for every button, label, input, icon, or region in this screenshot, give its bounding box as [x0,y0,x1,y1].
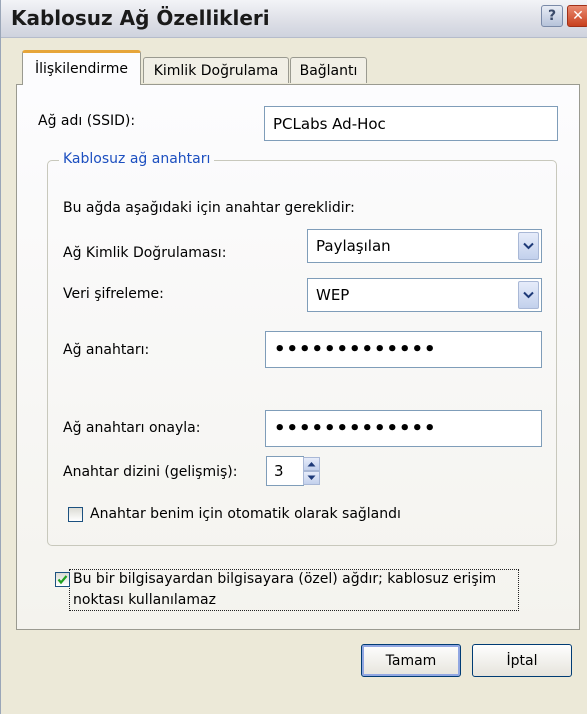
key-index-input[interactable]: 3 [266,456,304,486]
close-button[interactable]: ✕ [567,5,587,27]
confirm-key-label: Ağ anahtarı onayla: [63,420,201,436]
adhoc-label-line2: noktası kullanılamaz [73,592,216,608]
dialog-window: Kablosuz Ağ Özellikleri ? ✕ İlişkilendir… [0,0,587,714]
ok-button-label: Tamam [385,652,437,669]
tab-label: Kimlik Doğrulama [153,62,279,79]
tab-label: İlişkilendirme [34,61,129,77]
close-icon: ✕ [572,8,584,24]
adhoc-checkbox[interactable] [55,572,70,587]
ssid-input[interactable]: PCLabs Ad-Hoc [264,106,558,141]
title-bar[interactable]: Kablosuz Ağ Özellikleri ? ✕ [1,0,587,38]
auth-label: Ağ Kimlik Doğrulaması: [63,245,227,261]
spin-down-icon[interactable] [303,471,320,485]
encryption-select[interactable]: WEP [307,278,542,312]
confirm-key-input[interactable]: ••••••••••••• [265,410,542,447]
check-icon [57,575,68,585]
tab-authentication[interactable]: Kimlik Doğrulama [143,57,289,83]
encryption-selected-value: WEP [316,286,350,304]
auth-select[interactable]: Paylaşılan [307,229,542,263]
key-index-label: Anahtar dizini (gelişmiş): [63,464,238,480]
key-requirement-text: Bu ağda aşağıdaki için anahtar gereklidi… [63,200,355,216]
auth-selected-value: Paylaşılan [316,237,391,255]
auto-key-label: Anahtar benim için otomatik olarak sağla… [90,506,401,522]
tab-label: Bağlantı [299,62,358,79]
auto-key-checkbox[interactable] [68,507,83,522]
group-title: Kablosuz ağ anahtarı [59,151,215,167]
window-title: Kablosuz Ağ Özellikleri [11,6,270,30]
cancel-button[interactable]: İptal [472,644,572,677]
chevron-down-icon[interactable] [518,232,539,260]
tab-connection[interactable]: Bağlantı [290,57,367,83]
adhoc-label-line1: Bu bir bilgisayardan bilgisayara (özel) … [73,571,497,587]
tab-association[interactable]: İlişkilendirme [22,50,141,85]
help-button[interactable]: ? [541,5,563,27]
encryption-label: Veri şifreleme: [63,286,164,302]
chevron-down-icon[interactable] [518,281,539,309]
network-key-label: Ağ anahtarı: [63,342,150,358]
network-key-input[interactable]: ••••••••••••• [265,331,542,368]
key-index-spinner[interactable] [303,457,320,485]
help-icon: ? [547,8,557,24]
ssid-label: Ağ adı (SSID): [38,113,136,129]
spin-up-icon[interactable] [303,457,320,471]
ok-button[interactable]: Tamam [361,644,461,677]
cancel-button-label: İptal [506,652,538,669]
